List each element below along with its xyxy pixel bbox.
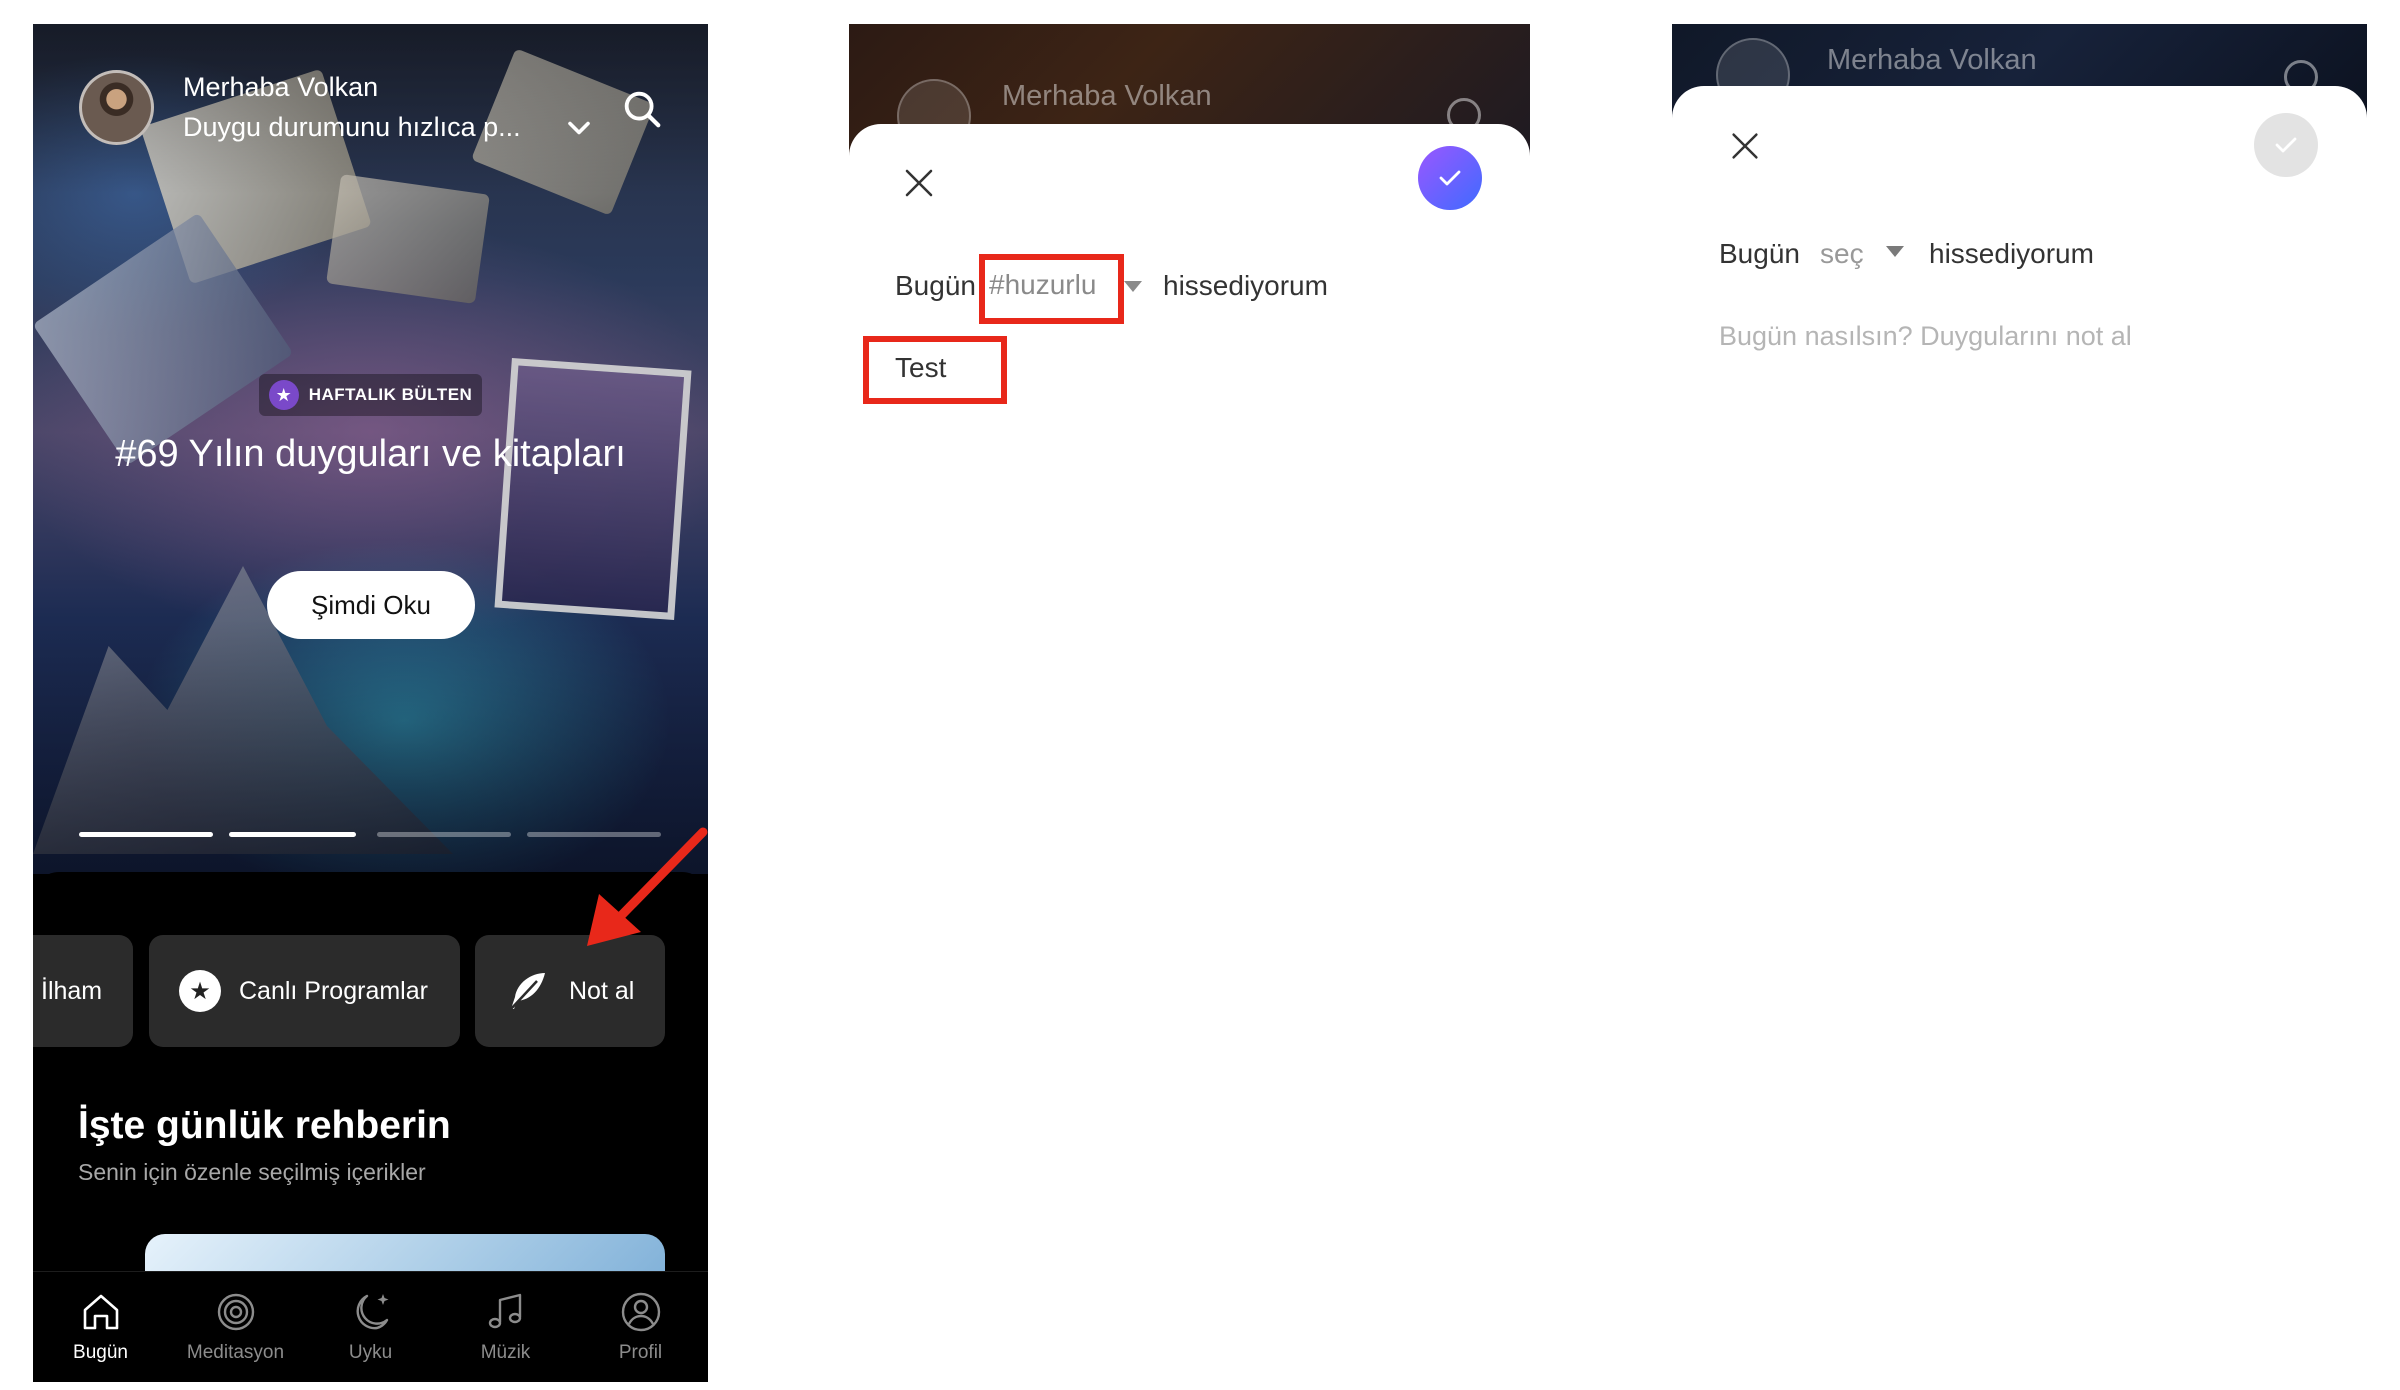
moon-icon	[356, 1294, 388, 1330]
tab-bugun[interactable]: Bugün	[33, 1272, 168, 1382]
dropdown-arrow-icon[interactable]	[1886, 246, 1904, 257]
home-icon	[83, 1294, 118, 1330]
read-now-button[interactable]: Şimdi Oku	[267, 571, 475, 639]
hero-title: #69 Yılın duyguları ve kitapları	[115, 433, 626, 475]
greeting-text: Merhaba Volkan	[1827, 44, 2037, 76]
star-icon: ★	[268, 380, 299, 410]
star-badge-icon: ★	[179, 970, 221, 1012]
note-input[interactable]: Bugün nasılsın? Duygularını not al	[1719, 321, 2132, 352]
tab-uyku[interactable]: Uyku	[303, 1272, 438, 1382]
confirm-button[interactable]	[2254, 113, 2318, 177]
chip-ilham[interactable]: İlham	[33, 935, 133, 1047]
home-screen: Merhaba Volkan Duygu durumunu hızlıca p.…	[33, 24, 708, 1382]
tab-profil[interactable]: Profil	[573, 1272, 708, 1382]
dropdown-arrow-icon[interactable]	[1124, 281, 1142, 292]
check-icon	[2275, 137, 2297, 153]
target-icon	[217, 1293, 254, 1331]
tab-muzik[interactable]: Müzik	[438, 1272, 573, 1382]
note-sheet: Bugün #huzurlu hissediyorum Test	[849, 124, 1530, 1382]
check-icon	[1439, 170, 1461, 186]
section-subtitle: Senin için özenle seçilmiş içerikler	[78, 1159, 426, 1185]
sentence-suffix: hissediyorum	[1929, 238, 2094, 269]
greeting-text: Merhaba Volkan	[1002, 80, 1212, 112]
confirm-button[interactable]	[1418, 146, 1482, 210]
close-icon[interactable]	[899, 163, 939, 203]
mood-select[interactable]: seç	[1820, 238, 1864, 270]
carousel-indicator[interactable]	[79, 832, 213, 837]
chevron-down-icon[interactable]	[561, 110, 597, 146]
mood-prompt[interactable]: Duygu durumunu hızlıca p...	[183, 112, 521, 143]
annotation-arrow-icon	[587, 827, 708, 946]
weekly-badge: ★ HAFTALIK BÜLTEN	[33, 374, 708, 416]
tab-meditasyon[interactable]: Meditasyon	[168, 1272, 303, 1382]
sentence-prefix: Bugün	[895, 270, 976, 301]
bottom-tab-bar: Bugün Meditasyon Uyku Müzik Profil	[33, 1271, 708, 1382]
carousel-indicator[interactable]	[229, 832, 356, 837]
note-screen-filled: Merhaba Volkan Bugün #huzurlu hissediyor…	[849, 24, 1530, 1382]
note-sheet: Bugün seç hissediyorum Bugün nasılsın? D…	[1672, 86, 2367, 1382]
greeting-text: Merhaba Volkan	[183, 72, 379, 102]
highlight-box	[863, 336, 1007, 404]
search-icon[interactable]	[619, 86, 665, 132]
highlight-box	[979, 254, 1124, 324]
chip-live-programs[interactable]: ★ Canlı Programlar	[149, 935, 460, 1047]
close-icon[interactable]	[1726, 127, 1764, 165]
sentence-prefix: Bugün	[1719, 238, 1800, 269]
sentence-suffix: hissediyorum	[1163, 270, 1328, 301]
note-screen-empty: Merhaba Volkan Bugün seç hissediyorum Bu…	[1672, 24, 2367, 1382]
music-note-icon	[488, 1293, 521, 1329]
section-title: İşte günlük rehberin	[78, 1104, 451, 1147]
avatar[interactable]	[79, 70, 154, 145]
feather-icon	[510, 973, 545, 1010]
carousel-indicator[interactable]	[377, 832, 511, 837]
profile-icon	[621, 1292, 660, 1332]
